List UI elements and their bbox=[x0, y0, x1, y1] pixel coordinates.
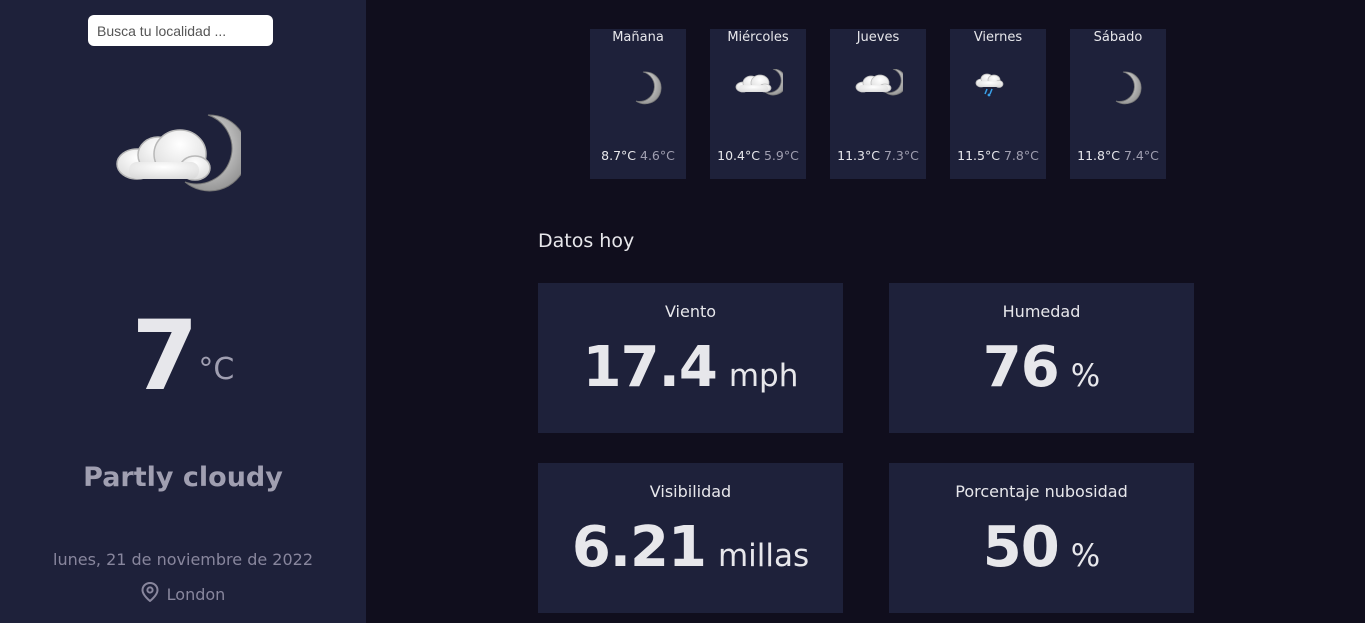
location-name: London bbox=[166, 584, 226, 604]
map-pin-icon bbox=[141, 581, 159, 606]
forecast-max: 11.8°C bbox=[1077, 148, 1120, 163]
forecast-max: 10.4°C bbox=[717, 148, 760, 163]
card-value: 17.4 bbox=[582, 335, 718, 400]
moon-icon bbox=[613, 69, 663, 109]
search-input[interactable] bbox=[88, 15, 273, 46]
forecast-card: Miércoles 10.4°C 5.9°C bbox=[710, 29, 806, 179]
humidity-card: Humedad 76% bbox=[889, 283, 1194, 433]
light-rain-icon bbox=[973, 69, 1023, 109]
forecast-day: Mañana bbox=[612, 30, 664, 45]
card-unit: mph bbox=[728, 358, 799, 394]
card-unit: % bbox=[1070, 538, 1101, 574]
section-title: Datos hoy bbox=[538, 230, 635, 252]
card-label: Visibilidad bbox=[649, 482, 732, 501]
card-label: Porcentaje nubosidad bbox=[955, 482, 1128, 501]
forecast-min: 7.8°C bbox=[1003, 148, 1039, 163]
current-temperature: 7°C bbox=[0, 300, 366, 412]
partly-cloudy-night-icon bbox=[113, 112, 249, 192]
cloud-cover-card: Porcentaje nubosidad 50% bbox=[889, 463, 1194, 613]
card-value: 76 bbox=[982, 335, 1060, 400]
card-unit: millas bbox=[717, 538, 810, 574]
forecast-max: 11.3°C bbox=[837, 148, 880, 163]
moon-icon bbox=[1093, 69, 1143, 109]
card-label: Viento bbox=[664, 302, 717, 321]
partly-cloudy-night-icon bbox=[853, 68, 907, 109]
card-label: Humedad bbox=[1002, 302, 1081, 321]
forecast-min: 7.4°C bbox=[1123, 148, 1159, 163]
forecast-min: 5.9°C bbox=[763, 148, 799, 163]
card-unit: % bbox=[1070, 358, 1101, 394]
forecast-card: Sábado 11.8°C 7.4°C bbox=[1070, 29, 1166, 179]
forecast-day: Miércoles bbox=[727, 30, 789, 45]
current-date: lunes, 21 de noviembre de 2022 bbox=[53, 550, 313, 569]
partly-cloudy-night-icon bbox=[733, 68, 787, 109]
temperature-value: 7 bbox=[131, 300, 199, 412]
sidebar: 7°C Partly cloudy lunes, 21 de noviembre… bbox=[0, 0, 366, 623]
wind-card: Viento 17.4 mph bbox=[538, 283, 843, 433]
weather-condition: Partly cloudy bbox=[83, 462, 283, 493]
forecast-card: Jueves 11.3°C 7.3°C bbox=[830, 29, 926, 179]
temperature-unit: °C bbox=[198, 352, 235, 387]
forecast-max: 8.7°C bbox=[601, 148, 636, 163]
card-value: 50 bbox=[982, 515, 1060, 580]
visibility-card: Visibilidad 6.21 millas bbox=[538, 463, 843, 613]
forecast-day: Jueves bbox=[856, 30, 900, 45]
forecast-day: Sábado bbox=[1093, 30, 1143, 45]
forecast-max: 11.5°C bbox=[957, 148, 1000, 163]
forecast-card: Viernes 11.5°C 7.8°C bbox=[950, 29, 1046, 179]
forecast-min: 4.6°C bbox=[640, 148, 675, 163]
current-location: London bbox=[0, 581, 366, 606]
forecast-min: 7.3°C bbox=[883, 148, 919, 163]
forecast-day: Viernes bbox=[973, 30, 1023, 45]
forecast-card: Mañana 8.7°C 4.6°C bbox=[590, 29, 686, 179]
card-value: 6.21 bbox=[571, 515, 707, 580]
